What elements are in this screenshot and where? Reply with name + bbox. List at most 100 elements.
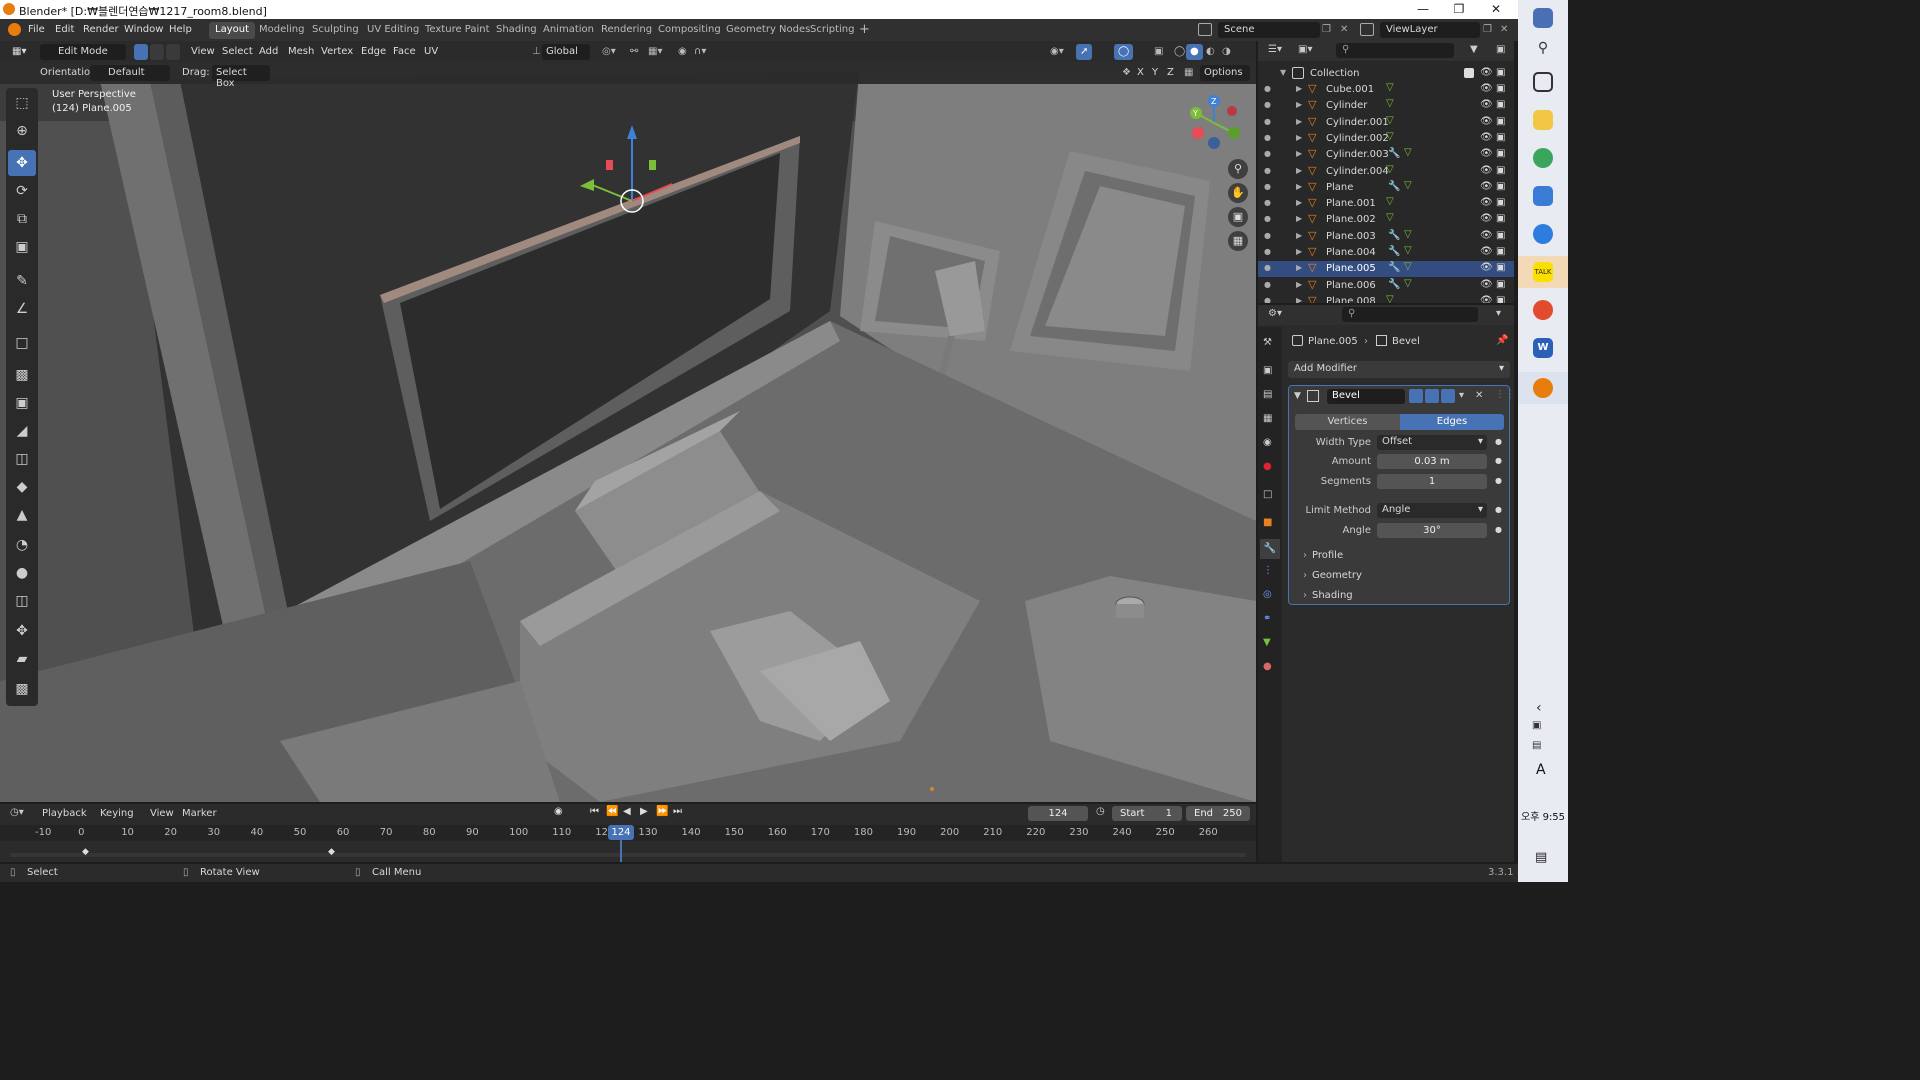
rip-icon[interactable]: ▩	[8, 676, 36, 702]
gizmo-neg-x-axis[interactable]	[1192, 127, 1204, 139]
outliner-item[interactable]: ● ▶ ▽ Cylinder.001 ▽ 👁 ▣	[1258, 115, 1514, 131]
play-icon[interactable]: ▶	[640, 806, 648, 817]
profile-subpanel[interactable]: › Profile	[1303, 550, 1493, 565]
task-view-icon[interactable]	[1533, 72, 1553, 92]
keyframe-dot-icon[interactable]: ●	[1495, 437, 1502, 446]
camera-icon[interactable]: ▣	[1496, 165, 1505, 176]
jump-end-icon[interactable]: ⏭	[673, 806, 682, 817]
output-tab-icon[interactable]: ▤	[1263, 389, 1272, 400]
viewlayer-selector[interactable]: ViewLayer	[1380, 22, 1480, 38]
eye-icon[interactable]: 👁	[1480, 132, 1493, 143]
properties-options-icon[interactable]: ▾	[1496, 308, 1501, 319]
extrude-icon[interactable]: ▩	[8, 362, 36, 388]
limit-method-dropdown[interactable]: Angle ▾	[1377, 503, 1487, 518]
visibility-dot-icon[interactable]: ●	[1264, 149, 1271, 158]
navigation-gizmo[interactable]: Z Y	[1184, 93, 1248, 157]
menu-edit[interactable]: Edit	[55, 24, 74, 35]
tab-layout[interactable]: Layout	[209, 22, 255, 39]
keyframe-dot-icon[interactable]: ●	[1495, 456, 1502, 465]
timeline-track[interactable]: ◆ ◆	[0, 841, 1256, 862]
modifier-name-input[interactable]: Bevel	[1327, 389, 1405, 404]
camera-icon[interactable]: ▣	[1496, 67, 1505, 78]
jump-start-icon[interactable]: ⏮	[590, 806, 599, 817]
blender-menu-icon[interactable]	[8, 23, 21, 36]
geometry-subpanel[interactable]: › Geometry	[1303, 570, 1493, 585]
tab-animation[interactable]: Animation	[537, 22, 600, 39]
eye-icon[interactable]: 👁	[1480, 295, 1493, 303]
filter-icon[interactable]: ▼	[1470, 44, 1478, 55]
bevel-icon[interactable]: ◢	[8, 418, 36, 444]
visibility-dot-icon[interactable]: ●	[1264, 117, 1271, 126]
solid-shading-icon[interactable]: ●	[1186, 44, 1203, 60]
keyframe-dot-icon[interactable]: ●	[1495, 525, 1502, 534]
tab-scripting[interactable]: Scripting	[804, 22, 860, 39]
visibility-dot-icon[interactable]: ●	[1264, 296, 1271, 303]
eye-icon[interactable]: 👁	[1480, 116, 1493, 127]
shading-subpanel[interactable]: › Shading	[1303, 590, 1493, 605]
tab-geometry-nodes[interactable]: Geometry Nodes	[720, 22, 816, 39]
expand-icon[interactable]: ▶	[1296, 296, 1302, 303]
keyframe-diamond-icon[interactable]: ◆	[328, 847, 335, 857]
drag-handle-icon[interactable]: ⋮⋮	[1495, 389, 1515, 400]
add-workspace-button[interactable]: +	[853, 20, 876, 37]
tray-network-icon[interactable]: ▣	[1532, 720, 1541, 731]
tab-shading[interactable]: Shading	[490, 22, 543, 39]
modifier-wrench-icon[interactable]: 🔧	[1388, 181, 1400, 192]
object-tab-icon[interactable]: ■	[1263, 517, 1272, 528]
app-blue-icon[interactable]	[1533, 224, 1553, 244]
tab-uv-editing[interactable]: UV Editing	[361, 22, 425, 39]
menu-select[interactable]: Select	[218, 44, 257, 60]
minimize-icon[interactable]: —	[1405, 0, 1441, 19]
camera-icon[interactable]: ▣	[1496, 295, 1505, 303]
keyframe-dot-icon[interactable]: ●	[1495, 505, 1502, 514]
particles-tab-icon[interactable]: ⋮	[1263, 565, 1273, 576]
tab-compositing[interactable]: Compositing	[652, 22, 727, 39]
view-layer-tab-icon[interactable]: ▦	[1263, 413, 1272, 424]
chrome-icon[interactable]	[1533, 148, 1553, 168]
expand-icon[interactable]: ▼	[1280, 68, 1286, 77]
delete-viewlayer-icon[interactable]: ✕	[1500, 24, 1508, 35]
mesh-data-icon[interactable]: ▽	[1386, 294, 1394, 303]
mirror-y-toggle[interactable]: Y	[1148, 65, 1162, 81]
kakaotalk-icon[interactable]: TALK	[1533, 262, 1553, 282]
outliner-item[interactable]: ● ▶ ▽ Plane.005 🔧 ▽ 👁 ▣	[1258, 261, 1514, 278]
panel-collapse-icon[interactable]: ▼	[1294, 391, 1301, 401]
segments-field[interactable]: 1	[1377, 474, 1487, 489]
inset-icon[interactable]: ▣	[8, 390, 36, 416]
expand-icon[interactable]: ▶	[1296, 231, 1302, 240]
outliner-item[interactable]: ● ▶ ▽ Cylinder.003 🔧 ▽ 👁 ▣	[1258, 147, 1514, 163]
knife-icon[interactable]: ◆	[8, 474, 36, 500]
tool-tab-icon[interactable]: ⚒	[1263, 337, 1272, 348]
menu-keying[interactable]: Keying	[100, 808, 134, 819]
mesh-data-icon[interactable]: ▽	[1386, 131, 1394, 142]
eye-icon[interactable]: 👁	[1480, 165, 1493, 176]
outliner-item[interactable]: ● ▶ ▽ Plane.002 ▽ 👁 ▣	[1258, 212, 1514, 228]
expand-icon[interactable]: ▶	[1296, 117, 1302, 126]
transform-icon[interactable]: ▣	[8, 234, 36, 260]
eye-icon[interactable]: 👁	[1480, 213, 1493, 224]
mesh-data-icon[interactable]: ▽	[1386, 196, 1394, 207]
constraints-tab-icon[interactable]: ⚭	[1263, 613, 1271, 624]
new-viewlayer-icon[interactable]: ❐	[1483, 24, 1492, 35]
proportional-edit-icon[interactable]: ◉	[674, 44, 691, 60]
notification-icon[interactable]: ▤	[1535, 850, 1547, 865]
menu-add[interactable]: Add	[255, 44, 282, 60]
visibility-dot-icon[interactable]: ●	[1264, 198, 1271, 207]
eye-icon[interactable]: 👁	[1480, 246, 1493, 257]
collection-checkbox[interactable]	[1464, 68, 1474, 78]
mesh-data-icon[interactable]: ▽	[1404, 229, 1412, 240]
visibility-icon[interactable]: ◉▾	[1046, 44, 1068, 60]
outliner-item[interactable]: ● ▶ ▽ Plane.008 ▽ 👁 ▣	[1258, 294, 1514, 303]
measure-icon[interactable]: ∠	[8, 296, 36, 322]
blender-taskbar-icon[interactable]	[1533, 378, 1553, 398]
scene-tab-icon[interactable]: ◉	[1263, 437, 1272, 448]
modifier-wrench-icon[interactable]: 🔧	[1388, 262, 1400, 273]
mesh-data-icon[interactable]: ▽	[1386, 98, 1394, 109]
gizmo-x-axis[interactable]	[1227, 106, 1237, 116]
mesh-data-icon[interactable]: ▽	[1404, 245, 1412, 256]
visibility-dot-icon[interactable]: ●	[1264, 100, 1271, 109]
collection-tab-icon[interactable]: □	[1263, 489, 1272, 500]
orientation-selector[interactable]: Default	[90, 65, 170, 81]
eye-icon[interactable]: 👁	[1480, 181, 1493, 192]
visibility-dot-icon[interactable]: ●	[1264, 214, 1271, 223]
